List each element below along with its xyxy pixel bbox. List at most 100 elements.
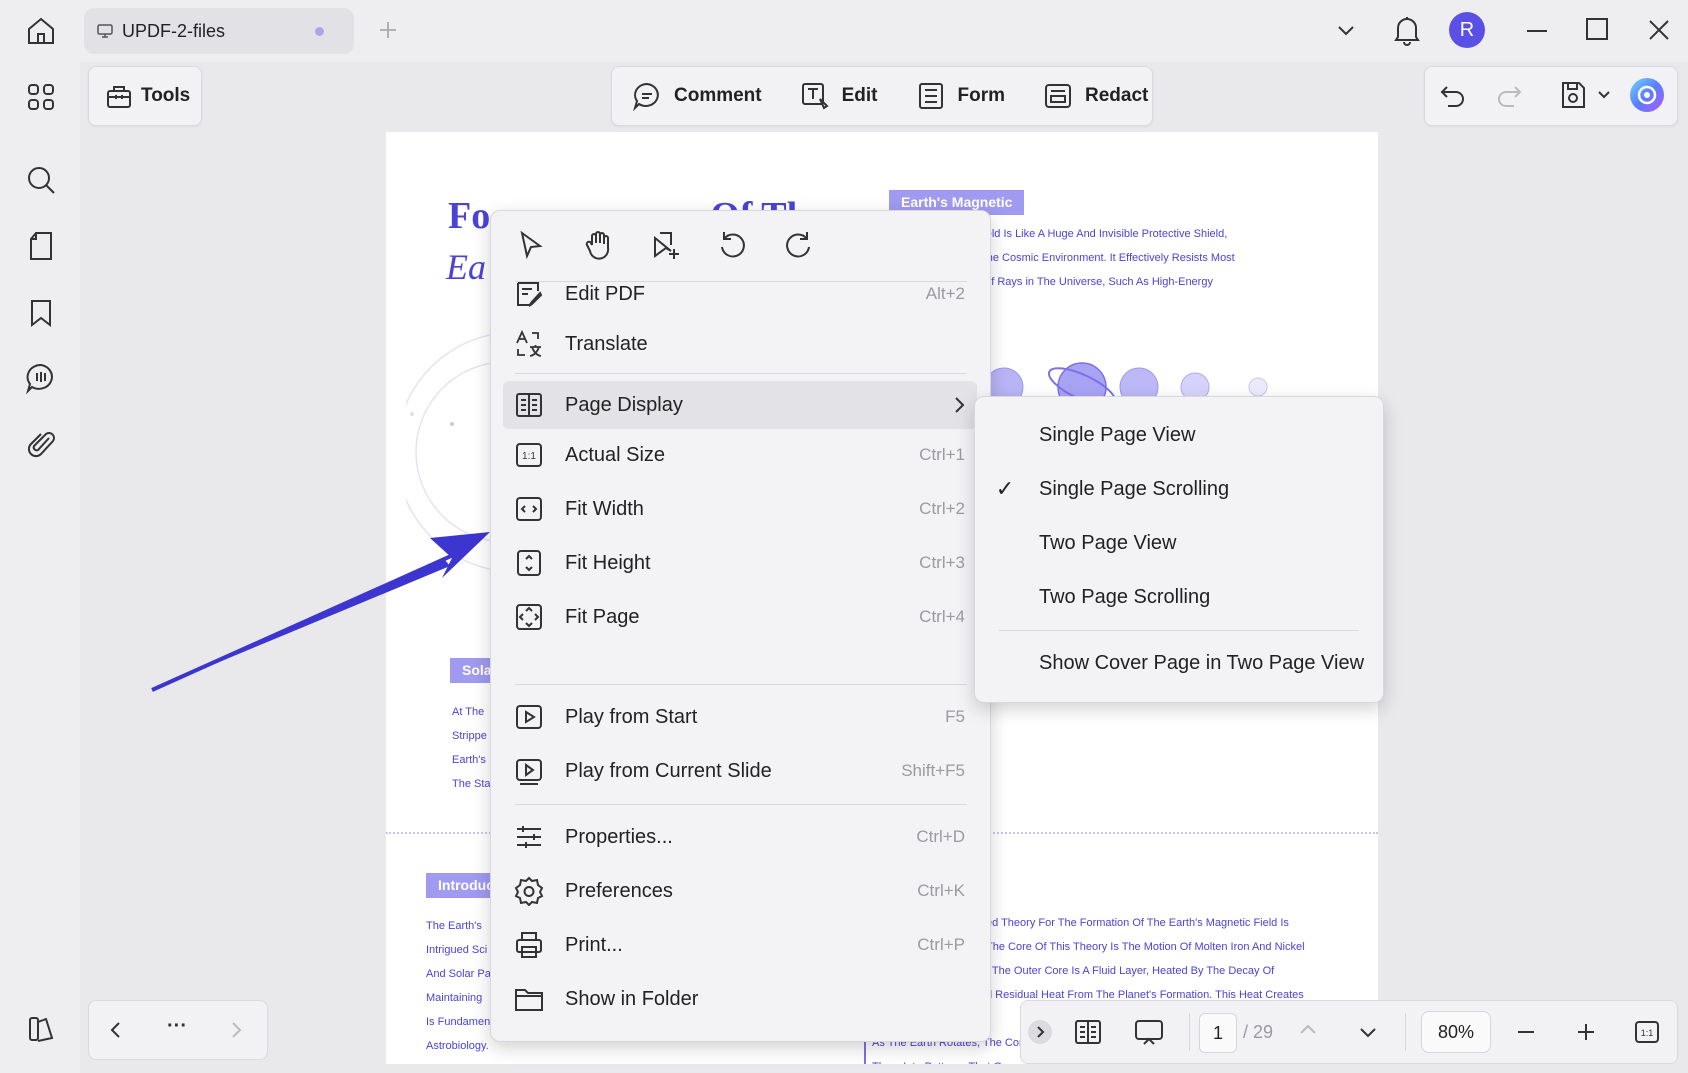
submenu-item-single-page-scrolling[interactable]: ✓ Single Page Scrolling bbox=[975, 465, 1383, 513]
svg-text:1:1: 1:1 bbox=[522, 451, 536, 462]
page-display-icon[interactable] bbox=[1073, 1017, 1103, 1047]
redo-icon[interactable] bbox=[1495, 81, 1523, 109]
attachment-icon[interactable] bbox=[27, 428, 57, 460]
menu-item-fit-height[interactable]: Fit Height Ctrl+3 bbox=[503, 539, 977, 587]
menu-item-play-from-current-slide[interactable]: Play from Current Slide Shift+F5 bbox=[503, 747, 977, 795]
toolbox-icon bbox=[105, 82, 133, 110]
ai-assistant-icon[interactable] bbox=[1629, 77, 1665, 113]
apps-grid-icon[interactable] bbox=[26, 82, 56, 112]
comment-button[interactable]: Comment bbox=[632, 81, 762, 111]
bell-icon[interactable] bbox=[1392, 14, 1422, 46]
presentation-icon[interactable] bbox=[1133, 1016, 1165, 1048]
submenu-item-two-page-view[interactable]: Two Page View bbox=[975, 519, 1383, 567]
maximize-icon[interactable] bbox=[1584, 16, 1610, 42]
search-icon[interactable] bbox=[25, 164, 57, 196]
main-toolbar: Comment Edit Form Redact bbox=[611, 66, 1153, 126]
section-badge-introduction: Introduc bbox=[426, 873, 500, 898]
menu-separator bbox=[515, 373, 967, 374]
chevron-right-icon[interactable] bbox=[225, 1019, 247, 1041]
save-icon[interactable] bbox=[1559, 79, 1587, 111]
minimize-icon[interactable] bbox=[1524, 18, 1550, 44]
menu-item-actual-size[interactable]: 1:1 Actual Size Ctrl+1 bbox=[503, 431, 977, 479]
new-tab-icon[interactable] bbox=[376, 18, 400, 42]
svg-text:1:1: 1:1 bbox=[1641, 1028, 1654, 1038]
user-avatar[interactable]: R bbox=[1449, 12, 1485, 48]
form-button[interactable]: Form bbox=[916, 81, 1005, 111]
fit-width-icon bbox=[513, 493, 545, 525]
magnetic-paragraph: c Field Is Like A Huge And Invisible Pro… bbox=[968, 228, 1235, 312]
edit-button[interactable]: Edit bbox=[800, 81, 878, 111]
chevron-down-icon[interactable] bbox=[1357, 1021, 1379, 1043]
menu-item-fit-width[interactable]: Fit Width Ctrl+2 bbox=[503, 485, 977, 533]
document-tab[interactable]: UPDF-2-files bbox=[84, 8, 354, 54]
undo-icon[interactable] bbox=[1439, 81, 1467, 109]
solar-paragraph: At The Strippe Earth's The Sta bbox=[452, 706, 491, 790]
select-cursor-icon[interactable] bbox=[515, 229, 547, 261]
close-icon[interactable] bbox=[1646, 17, 1672, 43]
submenu-item-show-cover-page[interactable]: Show Cover Page in Two Page View bbox=[975, 639, 1383, 687]
menu-item-play-from-start[interactable]: Play from Start F5 bbox=[503, 693, 977, 741]
menu-item-show-in-folder[interactable]: Show in Folder bbox=[503, 975, 977, 1023]
gear-icon bbox=[513, 875, 545, 907]
comment-icon bbox=[633, 82, 659, 111]
page-controls-bar: 1 / 29 80% 1:1 bbox=[1020, 1000, 1678, 1064]
menu-item-fit-page[interactable]: Fit Page Ctrl+4 bbox=[503, 593, 977, 641]
submenu-item-single-page-view[interactable]: Single Page View bbox=[975, 411, 1383, 459]
menu-item-properties[interactable]: Properties... Ctrl+D bbox=[503, 813, 977, 861]
save-dropdown-chevron-icon[interactable] bbox=[1597, 87, 1611, 101]
actual-size-icon: 1:1 bbox=[513, 439, 545, 471]
chevron-up-icon[interactable] bbox=[1297, 1019, 1319, 1041]
add-bookmark-icon[interactable] bbox=[649, 229, 681, 261]
play-icon bbox=[513, 701, 545, 733]
rotate-right-icon[interactable] bbox=[783, 229, 815, 261]
chevron-right-icon bbox=[949, 395, 969, 415]
hand-tool-icon[interactable] bbox=[582, 229, 614, 261]
more-options-button[interactable]: ··· bbox=[167, 1015, 187, 1038]
chevron-down-icon[interactable] bbox=[1334, 18, 1358, 42]
collapse-panel-icon[interactable] bbox=[1027, 1019, 1053, 1045]
zoom-in-icon[interactable] bbox=[1575, 1021, 1597, 1043]
comment-list-icon[interactable] bbox=[25, 362, 57, 394]
menu-item-print[interactable]: Print... Ctrl+P bbox=[503, 921, 977, 969]
annotation-arrow-icon bbox=[151, 532, 490, 692]
submenu-separator bbox=[999, 630, 1359, 631]
comment-label: Comment bbox=[674, 85, 762, 106]
page-thumbnail-icon[interactable] bbox=[27, 230, 55, 262]
theme-layers-icon[interactable] bbox=[26, 1014, 56, 1044]
tab-title: UPDF-2-files bbox=[122, 20, 226, 41]
redact-button[interactable]: Redact bbox=[1043, 81, 1148, 111]
bookmark-icon[interactable] bbox=[28, 298, 54, 328]
unsaved-dot bbox=[315, 27, 324, 36]
right-toolbar bbox=[1424, 66, 1678, 126]
fit-page-icon bbox=[513, 601, 545, 633]
page-total: / 29 bbox=[1243, 1022, 1274, 1042]
bottom-nav-bar: ··· bbox=[88, 1000, 268, 1060]
check-icon: ✓ bbox=[995, 476, 1015, 501]
divider bbox=[1405, 1013, 1406, 1051]
menu-item-page-display[interactable]: Page Display bbox=[503, 381, 977, 429]
zoom-level-input[interactable]: 80% bbox=[1421, 1011, 1491, 1053]
introduction-paragraph: The Earth's Intrigued Sci And Solar Pa M… bbox=[426, 920, 491, 1052]
submenu-item-two-page-scrolling[interactable]: Two Page Scrolling bbox=[975, 573, 1383, 621]
page-number-input[interactable]: 1 bbox=[1199, 1013, 1237, 1053]
rotate-left-icon[interactable] bbox=[716, 229, 748, 261]
page-display-icon bbox=[513, 389, 545, 421]
menu-item-translate[interactable]: Translate bbox=[503, 320, 977, 368]
tools-button[interactable]: Tools bbox=[88, 66, 202, 126]
zoom-out-icon[interactable] bbox=[1515, 1021, 1537, 1043]
menu-item-preferences[interactable]: Preferences Ctrl+K bbox=[503, 867, 977, 915]
tools-label: Tools bbox=[141, 85, 191, 106]
menu-quick-tools bbox=[515, 229, 850, 261]
printer-icon bbox=[513, 929, 545, 961]
divider bbox=[1189, 1013, 1190, 1051]
menu-separator bbox=[515, 684, 967, 685]
monitor-icon bbox=[96, 22, 114, 40]
menu-item-edit-pdf[interactable]: Edit PDF Alt+2 bbox=[503, 270, 977, 318]
actual-size-icon[interactable]: 1:1 bbox=[1633, 1018, 1661, 1046]
document-title-line2: Ea bbox=[446, 247, 486, 287]
sliders-icon bbox=[513, 821, 545, 853]
edit-label: Edit bbox=[841, 85, 878, 106]
left-sidebar bbox=[0, 62, 80, 1073]
home-icon[interactable] bbox=[24, 14, 58, 48]
chevron-left-icon[interactable] bbox=[105, 1019, 127, 1041]
